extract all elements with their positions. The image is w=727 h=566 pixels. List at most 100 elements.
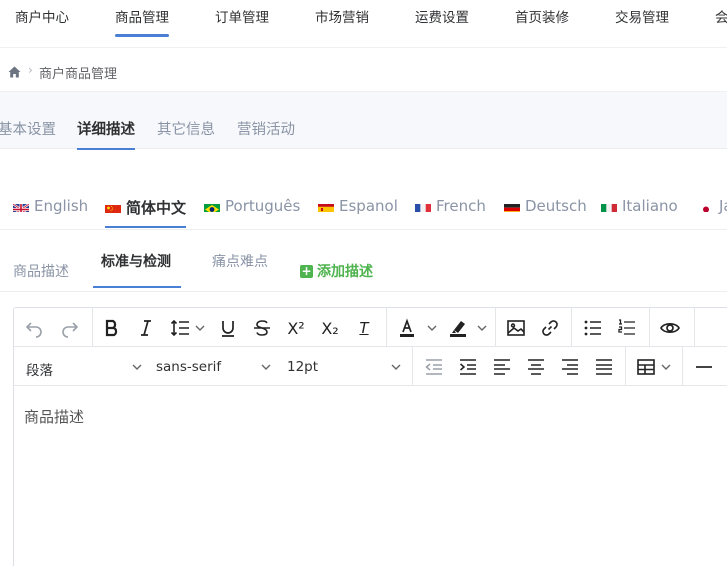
font-size-select[interactable]: 12pt <box>287 359 318 375</box>
align-center-icon[interactable] <box>524 355 548 379</box>
editor-toolbar-row-1: X² X₂ T <box>14 308 727 347</box>
tab-other-info[interactable]: 其它信息 <box>157 118 215 139</box>
lang-label: 简体中文 <box>126 199 187 217</box>
nav-homepage-decoration[interactable]: 首页装修 <box>515 9 569 27</box>
lang-tab-spanish[interactable]: Espanol <box>318 197 398 215</box>
table-icon[interactable] <box>634 355 658 379</box>
breadcrumb: › 商户商品管理 <box>0 49 727 91</box>
toolbar-separator <box>694 308 695 347</box>
lang-label: English <box>34 197 89 215</box>
italic-icon[interactable] <box>134 316 158 340</box>
align-left-icon[interactable] <box>490 355 514 379</box>
lang-tab-japanese[interactable]: Ja <box>698 197 727 215</box>
nav-product-management[interactable]: 商品管理 <box>115 9 169 37</box>
toolbar-separator <box>571 308 572 347</box>
nav-shipping-settings[interactable]: 运费设置 <box>415 9 469 27</box>
horizontal-rule-icon[interactable] <box>692 355 716 379</box>
description-tabs: 商品描述 标准与检测 痛点难点 + 添加描述 <box>0 230 727 292</box>
chevron-down-icon[interactable] <box>132 363 142 371</box>
lang-tab-french[interactable]: French <box>415 197 486 215</box>
line-height-icon[interactable] <box>168 316 192 340</box>
lang-label: French <box>436 197 486 215</box>
toolbar-separator <box>495 308 496 347</box>
toolbar-separator <box>682 347 683 386</box>
lang-label: Espanol <box>339 197 398 215</box>
strikethrough-icon[interactable] <box>250 316 274 340</box>
redo-icon[interactable] <box>58 316 82 340</box>
nav-merchant-center[interactable]: 商户中心 <box>15 9 69 27</box>
chevron-down-icon[interactable] <box>391 363 401 371</box>
add-description-label: 添加描述 <box>317 264 373 280</box>
br-flag-icon <box>204 201 220 212</box>
lang-tab-portuguese[interactable]: Português <box>204 197 300 215</box>
bullet-list-icon[interactable] <box>581 316 605 340</box>
chevron-down-icon[interactable] <box>195 324 205 332</box>
outdent-icon[interactable] <box>422 355 446 379</box>
toolbar-separator <box>412 347 413 386</box>
de-flag-icon <box>504 201 520 212</box>
numbered-list-icon[interactable] <box>615 316 639 340</box>
page-root: 商户中心 商品管理 订单管理 市场营销 运费设置 首页装修 交易管理 会 › 商… <box>0 0 727 566</box>
language-tabs: English 简体中文 Português Espanol French De… <box>0 190 727 230</box>
es-flag-icon <box>318 201 334 212</box>
desc-tab-product-description[interactable]: 商品描述 <box>13 261 69 281</box>
tab-basic-settings[interactable]: 基本设置 <box>0 118 56 139</box>
lang-tab-simplified-chinese[interactable]: 简体中文 <box>105 197 187 228</box>
breadcrumb-separator: › <box>28 63 33 77</box>
uk-flag-icon <box>13 201 29 212</box>
superscript-icon[interactable]: X² <box>284 316 308 340</box>
nav-member[interactable]: 会 <box>715 9 727 27</box>
clear-formatting-icon[interactable]: T <box>352 316 376 340</box>
toolbar-separator <box>386 308 387 347</box>
lang-tab-italian[interactable]: Italiano <box>601 197 678 215</box>
top-nav: 商户中心 商品管理 订单管理 市场营销 运费设置 首页装修 交易管理 会 <box>0 0 727 48</box>
rich-text-editor: X² X₂ T 段落 sans-serif 12pt 商品描述 <box>13 307 727 566</box>
indent-icon[interactable] <box>456 355 480 379</box>
desc-tab-pain-points[interactable]: 痛点难点 <box>212 251 268 271</box>
jp-flag-icon <box>698 201 714 212</box>
underline-icon[interactable] <box>216 316 240 340</box>
subscript-icon[interactable]: X₂ <box>318 316 342 340</box>
image-icon[interactable] <box>504 316 528 340</box>
lang-tab-english[interactable]: English <box>13 197 88 215</box>
plus-icon: + <box>300 263 313 278</box>
chevron-down-icon[interactable] <box>427 324 437 332</box>
toolbar-separator <box>649 308 650 347</box>
font-family-select[interactable]: sans-serif <box>156 359 221 375</box>
link-icon[interactable] <box>538 316 562 340</box>
tab-marketing-activities[interactable]: 营销活动 <box>237 118 295 139</box>
lang-label: Italiano <box>622 197 678 215</box>
block-format-select[interactable]: 段落 <box>26 359 53 379</box>
cn-flag-icon <box>105 202 121 213</box>
align-justify-icon[interactable] <box>592 355 616 379</box>
lang-label: Ja <box>719 197 727 215</box>
tab-detail-description[interactable]: 详细描述 <box>77 118 135 150</box>
nav-marketing[interactable]: 市场营销 <box>315 9 369 27</box>
spacer <box>0 150 727 190</box>
chevron-down-icon[interactable] <box>477 324 487 332</box>
fr-flag-icon <box>415 201 431 212</box>
chevron-down-icon[interactable] <box>261 363 271 371</box>
lang-label: Deutsch <box>525 197 587 215</box>
align-right-icon[interactable] <box>558 355 582 379</box>
nav-transaction-management[interactable]: 交易管理 <box>615 9 669 27</box>
chevron-down-icon[interactable] <box>661 363 671 371</box>
settings-tabs: 基本设置 详细描述 其它信息 营销活动 <box>0 92 727 150</box>
desc-tab-standards-testing[interactable]: 标准与检测 <box>93 251 181 288</box>
font-color-icon[interactable] <box>395 316 419 340</box>
editor-toolbar-row-2: 段落 sans-serif 12pt <box>14 347 727 386</box>
preview-eye-icon[interactable] <box>658 316 682 340</box>
breadcrumb-current[interactable]: 商户商品管理 <box>39 63 117 82</box>
editor-content[interactable]: 商品描述 <box>24 406 84 427</box>
home-icon[interactable] <box>8 63 21 82</box>
toolbar-separator <box>92 308 93 347</box>
it-flag-icon <box>601 201 617 212</box>
toolbar-separator <box>625 347 626 386</box>
undo-icon[interactable] <box>22 316 46 340</box>
lang-label: Português <box>225 197 301 215</box>
bold-icon[interactable] <box>100 316 124 340</box>
highlight-color-icon[interactable] <box>446 316 470 340</box>
nav-order-management[interactable]: 订单管理 <box>215 9 269 27</box>
lang-tab-german[interactable]: Deutsch <box>504 197 587 215</box>
add-description-button[interactable]: + 添加描述 <box>300 261 373 281</box>
